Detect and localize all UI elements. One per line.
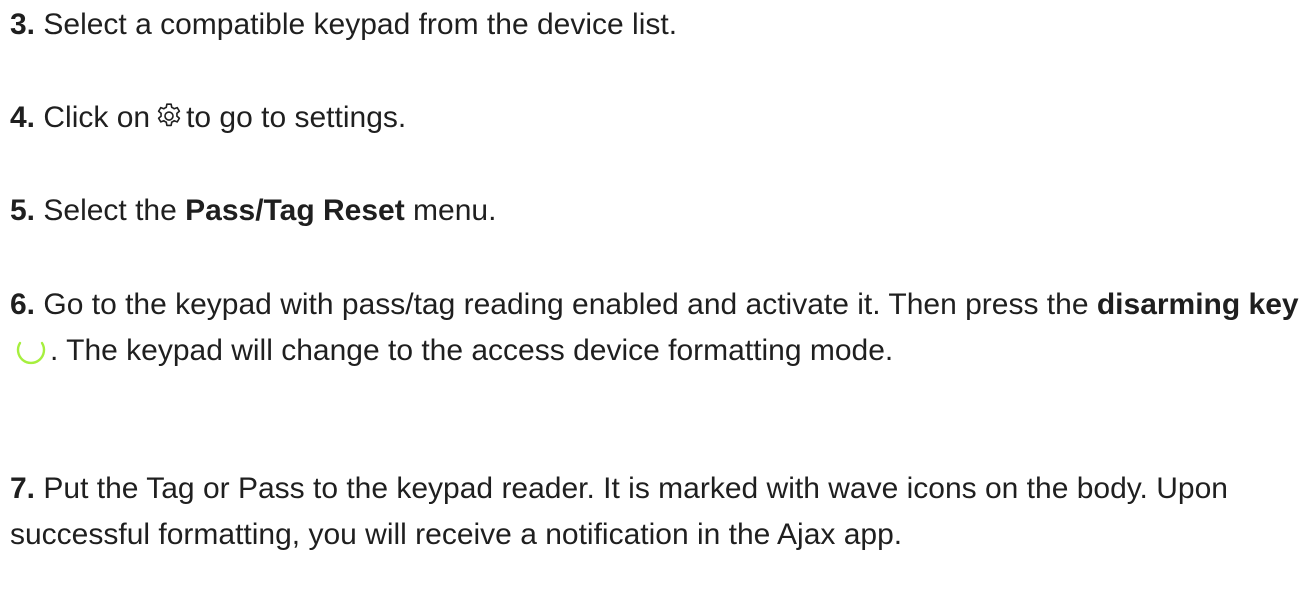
step-text-before: Select the (43, 194, 177, 227)
step-6: 6. Go to the keypad with pass/tag readin… (10, 282, 1300, 374)
step-7: 7. Put the Tag or Pass to the keypad rea… (10, 466, 1300, 558)
disarm-arc-icon (16, 341, 46, 365)
step-number: 6. (10, 288, 36, 321)
step-text-after: menu. (413, 194, 497, 227)
step-text: Put the Tag or Pass to the keypad reader… (10, 472, 1228, 551)
step-number: 3. (10, 8, 36, 41)
step-text-before: Go to the keypad with pass/tag reading e… (43, 288, 1089, 321)
step-number: 5. (10, 194, 36, 227)
step-text: Select a compatible keypad from the devi… (43, 8, 678, 41)
key-name: disarming key (1096, 288, 1299, 321)
step-3: 3. Select a compatible keypad from the d… (10, 2, 1300, 48)
instruction-document: 3. Select a compatible keypad from the d… (0, 0, 1314, 606)
step-text-after: . The keypad will change to the access d… (50, 334, 894, 367)
step-number: 4. (10, 101, 36, 134)
step-text-after: to go to settings. (186, 101, 407, 134)
step-text-before: Click on (43, 101, 151, 134)
gear-icon (157, 103, 181, 127)
step-number: 7. (10, 472, 36, 505)
step-5: 5. Select the Pass/Tag Reset menu. (10, 188, 1300, 234)
step-4: 4. Click on to go to settings. (10, 95, 1300, 141)
menu-name: Pass/Tag Reset (185, 194, 405, 227)
